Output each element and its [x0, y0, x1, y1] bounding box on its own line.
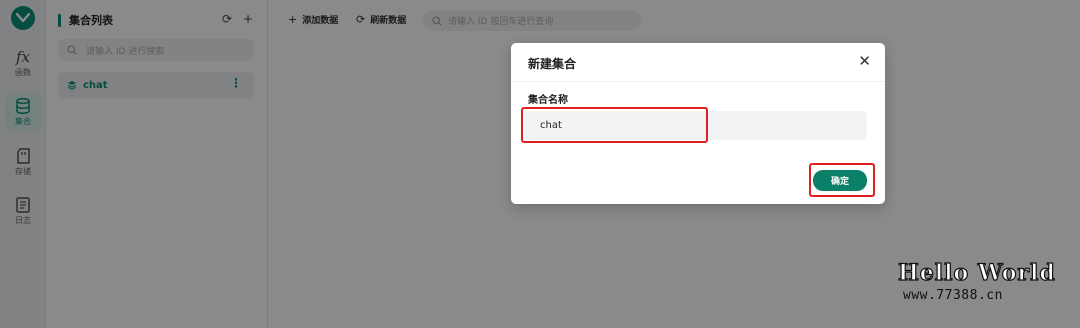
watermark-url: www.77388.cn — [903, 288, 1003, 303]
dialog-title: 新建集合 — [528, 57, 577, 71]
new-collection-dialog: 新建集合 ✕ 集合名称 chat 确定 — [511, 43, 885, 204]
collection-name-field[interactable]: chat — [525, 111, 867, 140]
close-icon[interactable]: ✕ — [858, 52, 871, 70]
watermark-title: Hello World — [897, 259, 1056, 286]
divider — [511, 81, 885, 82]
collection-name-label: 集合名称 — [528, 95, 568, 106]
collection-name-value: chat — [540, 120, 562, 131]
confirm-button[interactable]: 确定 — [813, 170, 867, 191]
